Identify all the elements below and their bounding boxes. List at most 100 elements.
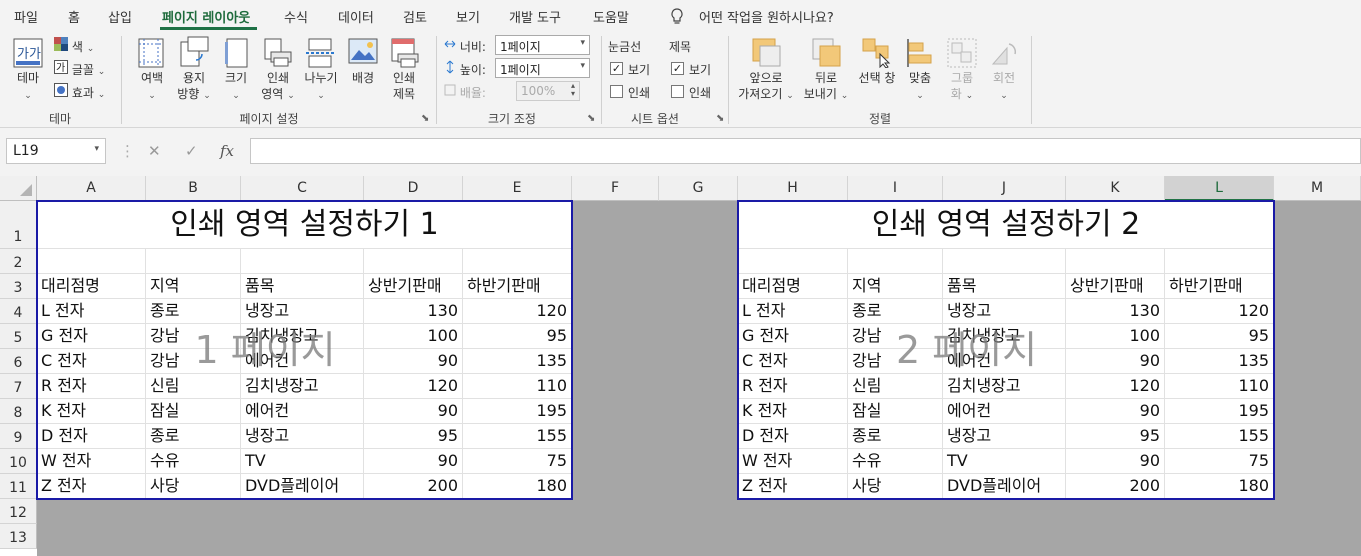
table-cell[interactable]: 에어컨 [241,399,364,424]
send-backward-button[interactable]: 뒤로 보내기 ⌄ [800,70,852,104]
table-header-cell[interactable]: 상반기판매 [364,274,463,299]
table-cell[interactable]: 155 [463,424,572,449]
table-cell[interactable]: 110 [1165,374,1274,399]
table-cell[interactable]: 100 [1066,324,1165,349]
table-cell[interactable]: 120 [463,299,572,324]
table-cell[interactable]: DVD플레이어 [241,474,364,499]
table-cell[interactable]: 신림 [848,374,943,399]
empty-cell[interactable] [37,249,146,274]
table-cell[interactable]: 김치냉장고 [943,374,1066,399]
table-cell[interactable]: 강남 [146,324,241,349]
row-header-1[interactable]: 1 [0,201,37,249]
table-cell[interactable]: 95 [364,424,463,449]
table-cell[interactable]: 200 [1066,474,1165,499]
sheet-title-cell[interactable]: 인쇄 영역 설정하기 1 [37,201,572,249]
size-button[interactable]: 크기 ⌄ [218,70,254,104]
group-objects-button[interactable]: 그룹 화 ⌄ [944,70,980,104]
gridlines-print-checkbox[interactable] [610,85,623,98]
column-header-g[interactable]: G [659,176,738,201]
table-cell[interactable]: W 전자 [37,449,146,474]
table-cell[interactable]: 수유 [146,449,241,474]
table-header-cell[interactable]: 대리점명 [37,274,146,299]
selection-pane-button[interactable]: 선택 창 [854,70,900,86]
column-header-j[interactable]: J [943,176,1066,201]
table-cell[interactable]: G 전자 [37,324,146,349]
table-cell[interactable]: 김치냉장고 [241,374,364,399]
fonts-button[interactable]: 가 글꼴 ⌄ [54,60,105,78]
table-cell[interactable]: 사당 [146,474,241,499]
scale-launcher-icon[interactable]: ⬊ [587,113,595,124]
table-cell[interactable]: 90 [364,349,463,374]
empty-cell[interactable] [146,249,241,274]
table-cell[interactable]: 130 [364,299,463,324]
column-header-m[interactable]: M [1274,176,1361,201]
formula-input[interactable] [250,138,1361,164]
table-cell[interactable]: K 전자 [37,399,146,424]
row-header-6[interactable]: 6 [0,349,37,374]
empty-cell[interactable] [1066,249,1165,274]
tab-file[interactable]: 파일 [14,7,38,26]
table-header-cell[interactable]: 상반기판매 [1066,274,1165,299]
column-header-f[interactable]: F [572,176,659,201]
table-cell[interactable]: 95 [1066,424,1165,449]
table-cell[interactable]: 에어컨 [241,349,364,374]
table-cell[interactable]: K 전자 [738,399,848,424]
headings-print-checkbox[interactable] [671,85,684,98]
table-cell[interactable]: TV [943,449,1066,474]
table-cell[interactable]: W 전자 [738,449,848,474]
column-header-k[interactable]: K [1066,176,1165,201]
tab-data[interactable]: 데이터 [338,7,374,26]
height-select[interactable]: 1페이지 ▾ [495,58,590,78]
tab-review[interactable]: 검토 [403,7,427,26]
table-cell[interactable]: 180 [463,474,572,499]
headings-view-checkbox[interactable]: ✓ [671,62,684,75]
table-cell[interactable]: 냉장고 [943,424,1066,449]
table-cell[interactable]: Z 전자 [37,474,146,499]
table-cell[interactable]: D 전자 [738,424,848,449]
table-header-cell[interactable]: 품목 [943,274,1066,299]
table-cell[interactable]: 사당 [848,474,943,499]
print-titles-button[interactable]: 인쇄 제목 [384,70,424,102]
table-cell[interactable]: 155 [1165,424,1274,449]
column-header-d[interactable]: D [364,176,463,201]
table-cell[interactable]: L 전자 [37,299,146,324]
column-header-i[interactable]: I [848,176,943,201]
row-header-8[interactable]: 8 [0,399,37,424]
table-cell[interactable]: 김치냉장고 [241,324,364,349]
table-cell[interactable]: 잠실 [848,399,943,424]
column-header-e[interactable]: E [463,176,572,201]
table-cell[interactable]: 에어컨 [943,399,1066,424]
empty-cell[interactable] [848,249,943,274]
table-cell[interactable]: 130 [1066,299,1165,324]
row-header-4[interactable]: 4 [0,299,37,324]
column-header-c[interactable]: C [241,176,364,201]
table-header-cell[interactable]: 대리점명 [738,274,848,299]
row-header-10[interactable]: 10 [0,449,37,474]
themes-button[interactable]: 테마 ⌄ [10,70,46,104]
table-cell[interactable]: 잠실 [146,399,241,424]
table-cell[interactable]: D 전자 [37,424,146,449]
select-all-button[interactable] [0,176,37,201]
row-header-5[interactable]: 5 [0,324,37,349]
table-cell[interactable]: 에어컨 [943,349,1066,374]
table-cell[interactable]: 냉장고 [943,299,1066,324]
row-header-12[interactable]: 12 [0,499,37,524]
row-header-2[interactable]: 2 [0,249,37,274]
table-cell[interactable]: 90 [1066,449,1165,474]
table-cell[interactable]: 100 [364,324,463,349]
table-cell[interactable]: 90 [1066,399,1165,424]
table-cell[interactable]: 180 [1165,474,1274,499]
page-setup-launcher-icon[interactable]: ⬊ [421,113,429,124]
table-cell[interactable]: 120 [1066,374,1165,399]
table-cell[interactable]: 강남 [848,349,943,374]
table-cell[interactable]: TV [241,449,364,474]
rotate-button[interactable]: 회전 ⌄ [986,70,1022,104]
tab-formulas[interactable]: 수식 [284,7,308,26]
name-box[interactable]: L19 ▾ [6,138,106,164]
table-cell[interactable]: 120 [1165,299,1274,324]
enter-icon[interactable]: ✓ [185,142,198,160]
width-select[interactable]: 1페이지 ▾ [495,35,590,55]
table-header-cell[interactable]: 하반기판매 [1165,274,1274,299]
sheet-title-cell[interactable]: 인쇄 영역 설정하기 2 [738,201,1274,249]
tab-view[interactable]: 보기 [456,7,480,26]
